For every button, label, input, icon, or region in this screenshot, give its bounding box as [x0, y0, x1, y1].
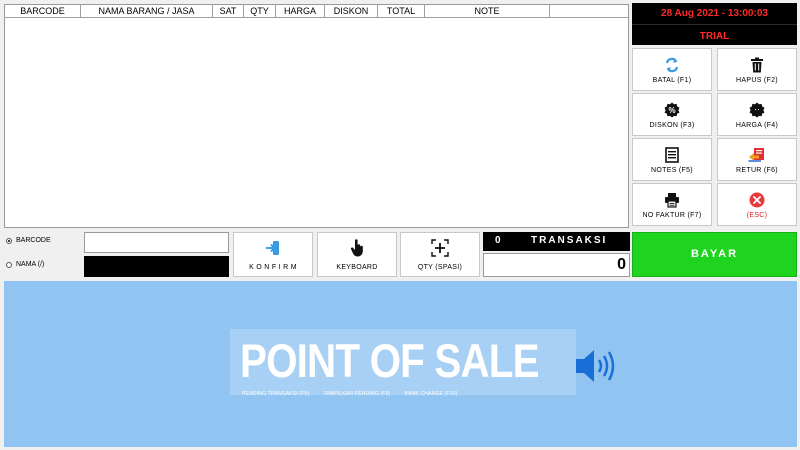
pos-title: POINT OF SALE — [240, 334, 540, 387]
esc-label: (ESC) — [746, 212, 768, 219]
konfirm-button[interactable]: K O N F I R M — [233, 232, 313, 277]
batal-label: BATAL (F1) — [652, 77, 692, 84]
radio-barcode-label: BARCODE — [16, 237, 51, 244]
column-header-nama-barang[interactable]: NAMA BARANG / JASA — [81, 5, 213, 17]
column-header-sat[interactable]: SAT — [213, 5, 244, 17]
radio-nama[interactable]: NAMA (/) — [6, 261, 44, 268]
plus-frame-icon — [401, 239, 479, 257]
notes-icon — [633, 146, 711, 164]
total-display: 0 — [483, 253, 630, 277]
clock-panel: 28 Aug 2021 - 13:00:03 TRIAL — [632, 3, 797, 45]
retur-button[interactable]: RETUR (F6) — [717, 138, 797, 181]
trash-icon — [718, 56, 796, 74]
bank-charge-link[interactable]: BANK CHARGE (F10) — [404, 391, 457, 397]
radio-nama-dot[interactable] — [6, 261, 12, 268]
column-header-total[interactable]: TOTAL — [378, 5, 425, 17]
notes-button[interactable]: NOTES (F5) — [632, 138, 712, 181]
discount-icon: % — [633, 101, 711, 119]
konfirm-label: K O N F I R M — [249, 264, 297, 271]
speaker-icon[interactable] — [574, 346, 620, 391]
column-header-diskon[interactable]: DISKON — [325, 5, 378, 17]
datetime-display: 28 Aug 2021 - 13:00:03 — [661, 8, 768, 19]
login-icon — [234, 239, 312, 257]
product-name-input[interactable] — [84, 256, 229, 277]
hand-pointer-icon — [318, 239, 396, 257]
svg-text:%: % — [668, 106, 675, 115]
diskon-label: DISKON (F3) — [649, 122, 695, 129]
pending-transaksi-link[interactable]: PENDING TRANSAKSI (F8) — [242, 391, 309, 397]
barcode-input[interactable] — [84, 232, 229, 253]
price-icon — [718, 101, 796, 119]
notes-label: NOTES (F5) — [651, 167, 693, 174]
radio-nama-label: NAMA (/) — [16, 261, 45, 268]
transaction-label: TRANSAKSI — [531, 235, 608, 246]
trial-label: TRIAL — [699, 31, 730, 42]
shortcut-links: PENDING TRANSAKSI (F8) TAMPILKAN PENDING… — [242, 391, 458, 397]
no-faktur-label: NO FAKTUR (F7) — [642, 212, 702, 219]
return-icon — [718, 146, 796, 164]
transaction-counter: 0 TRANSAKSI — [483, 232, 630, 251]
retur-label: RETUR (F6) — [736, 167, 778, 174]
printer-icon — [633, 191, 711, 209]
keyboard-button[interactable]: KEYBOARD — [317, 232, 397, 277]
qty-label: QTY (SPASI) — [417, 264, 463, 271]
transaction-count: 0 — [495, 235, 501, 246]
hapus-button[interactable]: HAPUS (F2) — [717, 48, 797, 91]
tampilkan-pending-link[interactable]: TAMPILKAN PENDING (F9) — [323, 391, 390, 397]
table-header: BARCODE NAMA BARANG / JASA SAT QTY HARGA… — [5, 5, 628, 18]
bayar-button[interactable]: BAYAR — [632, 232, 797, 277]
close-circle-icon — [718, 191, 796, 209]
column-header-barcode[interactable]: BARCODE — [5, 5, 81, 17]
esc-button[interactable]: (ESC) — [717, 183, 797, 226]
qty-button[interactable]: QTY (SPASI) — [400, 232, 480, 277]
no-faktur-button[interactable]: NO FAKTUR (F7) — [632, 183, 712, 226]
transaction-table[interactable]: BARCODE NAMA BARANG / JASA SAT QTY HARGA… — [4, 4, 629, 228]
column-header-harga[interactable]: HARGA — [276, 5, 325, 17]
radio-barcode-dot[interactable] — [6, 237, 12, 244]
radio-barcode[interactable]: BARCODE — [6, 237, 51, 244]
batal-button[interactable]: BATAL (F1) — [632, 48, 712, 91]
harga-label: HARGA (F4) — [735, 122, 779, 129]
keyboard-label: KEYBOARD — [336, 264, 378, 271]
hapus-label: HAPUS (F2) — [736, 77, 778, 84]
column-header-qty[interactable]: QTY — [244, 5, 276, 17]
column-header-note[interactable]: NOTE — [425, 5, 550, 17]
diskon-button[interactable]: % DISKON (F3) — [632, 93, 712, 136]
clock-divider — [632, 24, 797, 25]
pos-banner: POINT OF SALE PENDING TRANSAKSI (F8) TAM… — [4, 281, 797, 447]
refresh-icon — [633, 56, 711, 74]
harga-button[interactable]: HARGA (F4) — [717, 93, 797, 136]
